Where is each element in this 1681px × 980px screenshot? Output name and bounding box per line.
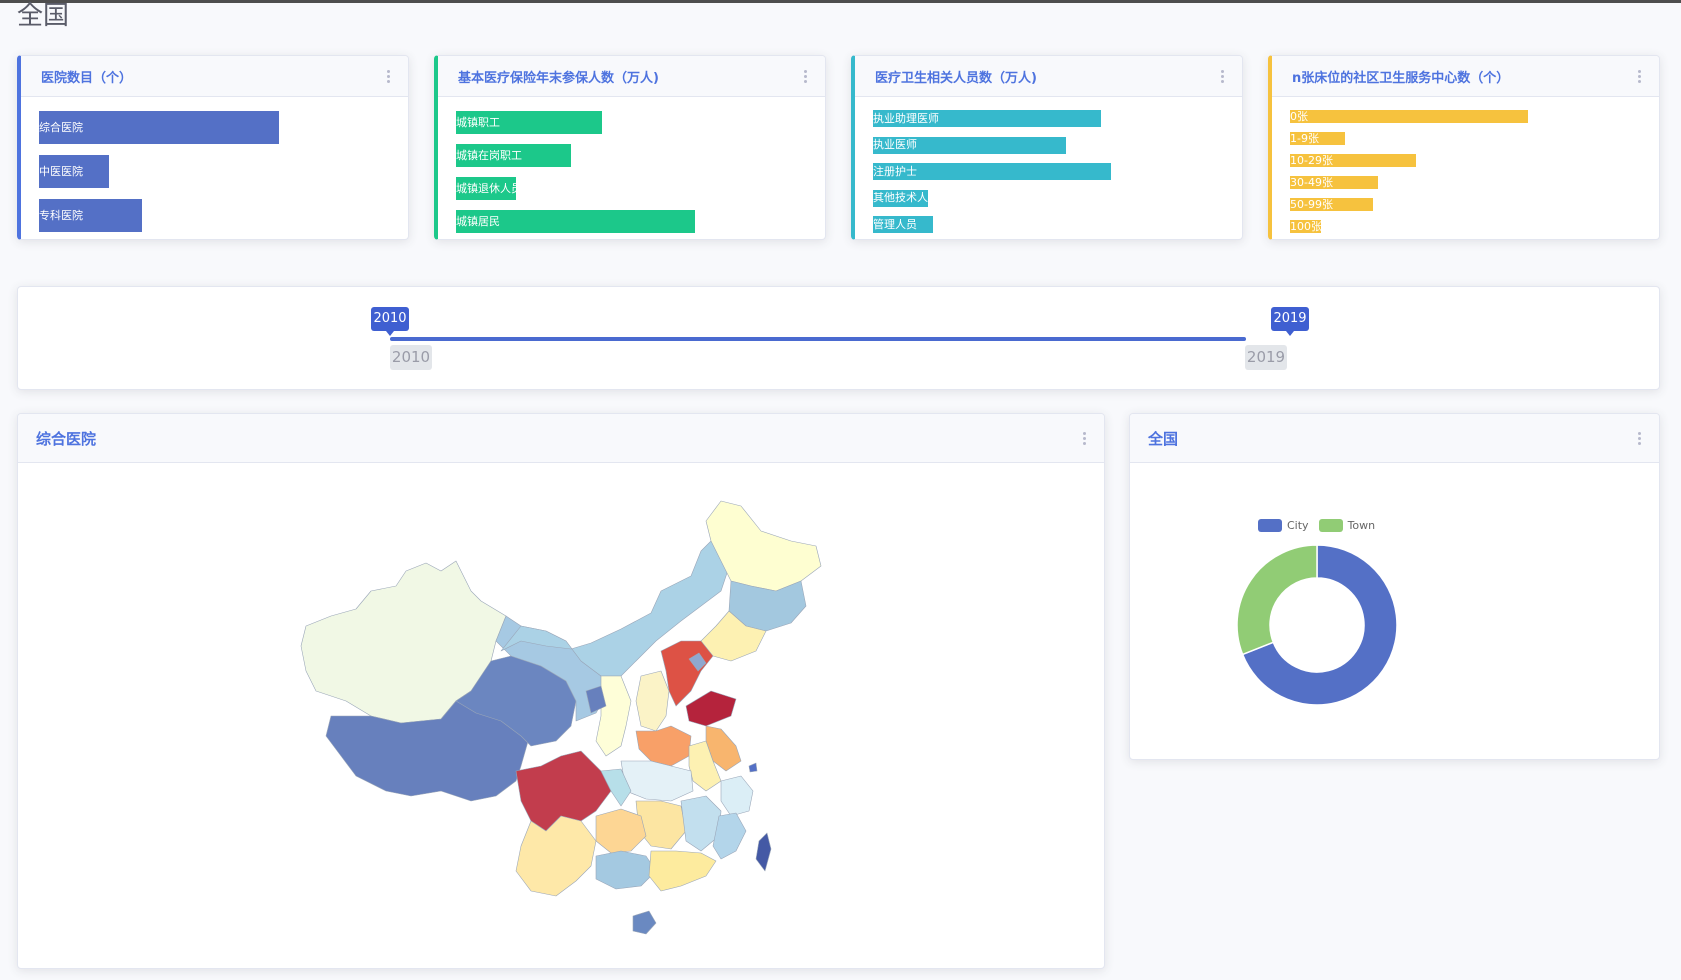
map-region-shanghai bbox=[748, 762, 758, 773]
bar-label: 综合医院 bbox=[39, 120, 83, 134]
map-region-zhejiang bbox=[720, 775, 754, 817]
card-title: 综合医院 bbox=[36, 429, 97, 448]
map-region-shandong bbox=[685, 690, 737, 727]
more-options-icon[interactable] bbox=[1217, 66, 1228, 87]
bar-label: 0张 bbox=[1290, 109, 1308, 123]
more-options-icon[interactable] bbox=[1634, 428, 1645, 449]
card-title: 医院数目（个） bbox=[41, 70, 133, 86]
top-border bbox=[0, 0, 1681, 3]
map-card: 综合医院 bbox=[17, 413, 1105, 969]
map-region-guangxi bbox=[595, 850, 657, 890]
card-title: 全国 bbox=[1148, 429, 1179, 448]
slider-max-label: 2019 bbox=[1245, 345, 1287, 370]
card-title: 医疗卫生相关人员数（万人) bbox=[875, 70, 1037, 86]
bar-label: 执业助理医师 bbox=[873, 111, 939, 125]
map-region-hubei bbox=[620, 760, 694, 802]
staff-card: 医疗卫生相关人员数（万人) 执业助理医师 执业医师注册护士其他技术人员 管理人员 bbox=[851, 55, 1243, 240]
bar-label: 10-29张 bbox=[1290, 153, 1333, 167]
bar-label: 城镇退休人员 bbox=[456, 181, 522, 195]
slider-min-label: 2010 bbox=[390, 345, 432, 370]
card-header: 全国 bbox=[1130, 414, 1659, 463]
map-region-henan bbox=[635, 725, 692, 767]
china-choropleth-map[interactable] bbox=[18, 463, 1104, 968]
bar-label: 管理人员 bbox=[873, 217, 917, 231]
pie-card: 全国 City Town bbox=[1129, 413, 1660, 760]
community-center-card: n张床位的社区卫生服务中心数（个） 0张 1-9张 10-29张 30-49张 50-9… bbox=[1268, 55, 1660, 240]
card-title: 基本医疗保险年末参保人数（万人) bbox=[458, 70, 659, 86]
card-header: 基本医疗保险年末参保人数（万人) bbox=[438, 56, 825, 97]
more-options-icon[interactable] bbox=[383, 66, 394, 87]
card-header: 综合医院 bbox=[18, 414, 1104, 463]
card-header: n张床位的社区卫生服务中心数（个） bbox=[1272, 56, 1659, 97]
bar-label: 专科医院 bbox=[39, 208, 83, 222]
slider-handle-end[interactable]: 2019 bbox=[1271, 307, 1309, 336]
page-title: 全国 bbox=[17, 1, 70, 31]
card-title: n张床位的社区卫生服务中心数（个） bbox=[1292, 70, 1510, 86]
map-region-guangdong bbox=[648, 850, 717, 892]
bar-label: 中医医院 bbox=[39, 164, 83, 178]
bar-label: 城镇职工 bbox=[456, 115, 500, 129]
bar-chart: 综合医院中医医院专科医院 bbox=[21, 97, 408, 239]
more-options-icon[interactable] bbox=[1634, 66, 1645, 87]
bar-label: 50-99张 bbox=[1290, 197, 1333, 211]
map-region-yunnan bbox=[515, 815, 597, 897]
card-header: 医院数目（个） bbox=[21, 56, 408, 97]
map-region-hainan bbox=[632, 910, 657, 935]
bar-chart: 0张 1-9张 10-29张 30-49张 50-99张 100张及以上 bbox=[1272, 97, 1659, 239]
donut-slice-town[interactable] bbox=[1236, 544, 1318, 656]
bar-label: 注册护士 bbox=[873, 164, 917, 178]
more-options-icon[interactable] bbox=[800, 66, 811, 87]
insurance-card: 基本医疗保险年末参保人数（万人) 城镇职工城镇在岗职工 城镇退休人员 城镇居民 bbox=[434, 55, 826, 240]
more-options-icon[interactable] bbox=[1079, 428, 1090, 449]
slider-handle-start[interactable]: 2010 bbox=[371, 307, 409, 336]
bar-label: 30-49张 bbox=[1290, 175, 1333, 189]
map-region-fujian bbox=[712, 812, 747, 860]
bar-label: 其他技术人员 bbox=[873, 191, 939, 204]
map-region-taiwan bbox=[755, 832, 772, 872]
bar-label: 100张及以上 bbox=[1290, 219, 1355, 233]
card-header: 医疗卫生相关人员数（万人) bbox=[855, 56, 1242, 97]
bar-label: 执业医师 bbox=[873, 138, 917, 151]
map-region-shanxi bbox=[635, 670, 670, 732]
bar-label: 1-9张 bbox=[1290, 131, 1319, 145]
bar-label: 城镇居民 bbox=[456, 214, 500, 228]
bar-label: 城镇在岗职工 bbox=[456, 148, 522, 162]
map-region-guizhou bbox=[595, 808, 647, 854]
slider-track[interactable] bbox=[390, 337, 1246, 341]
bar-1[interactable] bbox=[1290, 110, 1528, 123]
year-range-slider: 2010 2019 2010 2019 bbox=[17, 286, 1660, 390]
bar-chart: 执业助理医师 执业医师注册护士其他技术人员 管理人员 bbox=[855, 97, 1242, 239]
hospital-count-card: 医院数目（个） 综合医院中医医院专科医院 bbox=[17, 55, 409, 240]
donut-chart[interactable] bbox=[1130, 463, 1659, 759]
bar-chart: 城镇职工城镇在岗职工 城镇退休人员 城镇居民 bbox=[438, 97, 825, 239]
